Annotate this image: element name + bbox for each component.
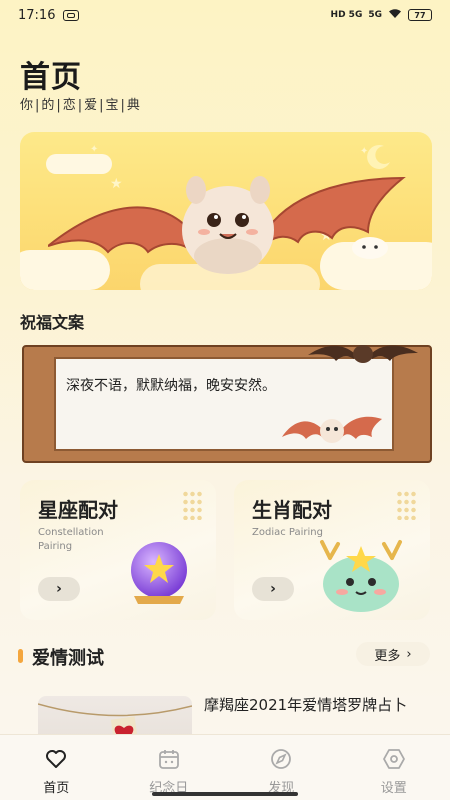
ghost-icon [352,237,388,259]
battery-icon: 77 [408,9,432,21]
bat-icon [282,416,382,443]
dots-decoration [396,490,418,520]
bat-icon [308,345,418,363]
heart-icon [44,747,68,771]
blessing-card[interactable]: 深夜不语，默默纳福，晚安安然。 [22,345,432,463]
section-accent-bar [18,649,23,663]
article-title[interactable]: 摩羯座2021年爱情塔罗牌占卜 [204,694,414,716]
sparkle-icon: ✦ [90,144,99,155]
crystal-ball-star-icon [131,542,187,604]
settings-icon [382,747,406,771]
card-arrow-button[interactable]: › [252,577,294,601]
card-subtitle: Constellation Pairing [38,527,104,552]
constellation-pairing-card[interactable]: 星座配对 Constellation Pairing › [20,480,216,620]
chevron-right-icon: › [406,646,412,662]
blessing-paper: 深夜不语，默默纳福，晚安安然。 [54,357,394,451]
tab-discover[interactable]: 发现 [225,735,338,800]
wifi-icon [388,8,402,22]
more-button[interactable]: 更多 › [356,642,430,666]
card-title: 生肖配对 [252,498,332,522]
page-subtitle: 你|的|恋|爱|宝|典 [20,98,142,113]
tab-anniversary[interactable]: 纪念日 [113,735,226,800]
home-indicator[interactable] [152,792,298,796]
tab-home[interactable]: 首页 [0,735,113,800]
section-title-blessing: 祝福文案 [20,313,85,332]
card-arrow-button[interactable]: › [38,577,80,601]
network-indicator-2: 5G [368,10,382,20]
banner-image[interactable]: ★ ★ ✦ ✦ [20,132,432,290]
zodiac-pairing-card[interactable]: 生肖配对 Zodiac Pairing › [234,480,430,620]
page-title: 首页 [20,60,82,95]
status-time: 17:16 [18,7,56,23]
dragon-mascot-icon [320,540,402,612]
calendar-icon [157,747,181,771]
status-bar: 17:16 HD 5G 5G 77 [0,0,450,30]
bat-mascot-icon [48,176,406,274]
dots-decoration [182,490,204,520]
card-title: 星座配对 [38,498,118,522]
network-indicator-1: HD 5G [330,10,363,20]
blessing-text: 深夜不语，默默纳福，晚安安然。 [66,378,276,394]
section-title-love-test: 爱情测试 [32,648,104,669]
tab-settings[interactable]: 设置 [338,735,450,800]
notification-badge-icon [63,9,80,21]
bottom-tab-bar: 首页 纪念日 发现 设置 [0,734,450,800]
compass-icon [269,747,293,771]
